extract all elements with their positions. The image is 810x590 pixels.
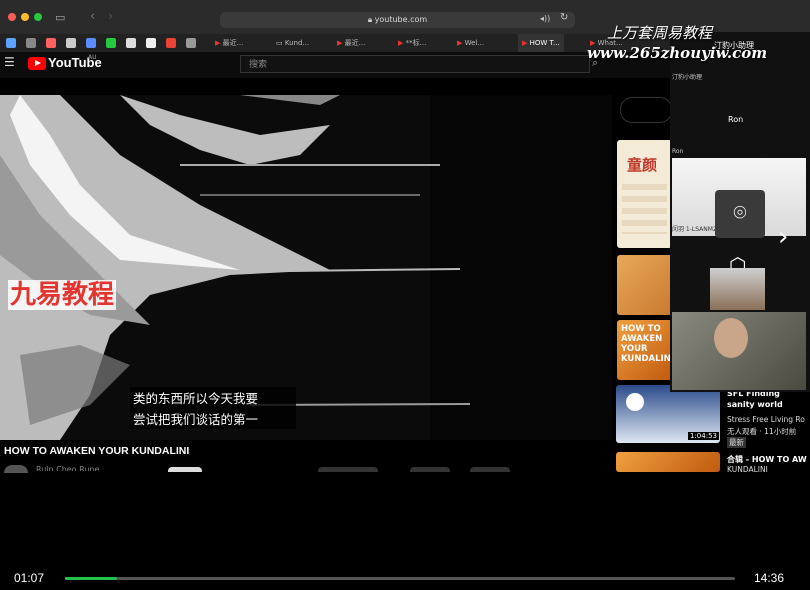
video-player[interactable]: [0, 95, 612, 440]
pinned-tab-icon[interactable]: [6, 38, 16, 48]
watermark-label: 九易教程: [8, 280, 117, 310]
related-video-thumb[interactable]: 1:04:53: [616, 385, 720, 443]
subtitle-line: 类的东西所以今天我要: [130, 387, 296, 408]
like-button[interactable]: [318, 467, 378, 472]
progress-fill[interactable]: [65, 577, 117, 580]
chevron-right-icon[interactable]: ›: [778, 222, 788, 252]
participant-video: [672, 312, 806, 390]
participant-face: [714, 318, 748, 358]
region-code: AU: [88, 54, 97, 61]
participant-video: [710, 268, 765, 310]
browser-tab[interactable]: ▭ Kund...: [276, 34, 309, 52]
url-text: youtube.com: [374, 15, 428, 24]
browser-tab[interactable]: ▶ 最近...: [337, 34, 365, 52]
share-button[interactable]: [410, 467, 450, 472]
sidebar-chip[interactable]: [620, 97, 672, 123]
zoom-window-button[interactable]: [34, 13, 42, 21]
reload-icon[interactable]: ↻: [560, 12, 568, 23]
status-badge: 最新: [727, 437, 746, 448]
total-time: 14:36: [754, 571, 785, 585]
video-frame: [0, 95, 612, 440]
subscribe-button[interactable]: [168, 467, 202, 472]
pinned-tab-icon[interactable]: [66, 38, 76, 48]
lock-icon: 🔒︎: [367, 15, 373, 24]
related-video-thumb[interactable]: [617, 255, 672, 315]
pinned-tab-icon[interactable]: [86, 38, 96, 48]
related-video-thumb[interactable]: HOW TO AWAKEN YOUR KUNDALINI: [617, 320, 672, 380]
pinned-tab-icon[interactable]: [26, 38, 36, 48]
search-input[interactable]: 搜索: [240, 55, 590, 73]
avatar[interactable]: [4, 465, 28, 473]
browser-tab-active[interactable]: ▶ HOW T...: [518, 34, 564, 52]
close-window-button[interactable]: [8, 13, 16, 21]
participant-sub: Ron: [672, 148, 684, 155]
sidebar-toggle-icon[interactable]: ▭: [55, 11, 65, 24]
watermark-text: 上万套周易教程: [607, 24, 713, 42]
pinned-tab-icon[interactable]: [46, 38, 56, 48]
minimize-window-button[interactable]: [21, 13, 29, 21]
youtube-logo-icon[interactable]: [28, 57, 46, 70]
thumb-image: [622, 184, 667, 234]
channel-name[interactable]: Ruin Cheo Rune: [36, 465, 99, 471]
participant-sub: 汀豹小助理: [672, 74, 703, 81]
browser-tab[interactable]: ▶ Wel...: [457, 34, 484, 52]
back-icon[interactable]: ‹: [90, 9, 95, 24]
browser-tab[interactable]: ▶ 最近...: [215, 34, 243, 52]
thumb-text: HOW TO AWAKEN YOUR KUNDALINI: [621, 324, 672, 364]
browser-tab[interactable]: ▶ **标...: [398, 34, 426, 52]
camera-icon[interactable]: ⌾: [715, 190, 765, 238]
watermark-url: www.265zhouyiw.com: [587, 44, 768, 62]
pinned-tab-icon[interactable]: [146, 38, 156, 48]
pinned-tab-icon[interactable]: [186, 38, 196, 48]
participant-name: Ron: [728, 115, 744, 124]
pinned-tab-icon[interactable]: [106, 38, 116, 48]
pinned-tab-icon[interactable]: [126, 38, 136, 48]
current-time: 01:07: [14, 571, 45, 585]
gmail-tab-icon[interactable]: [166, 38, 176, 48]
related-video-channel: Stress Free Living Ro: [727, 415, 805, 424]
thumb-text: 童颜: [627, 156, 658, 174]
related-video-thumb[interactable]: 童颜: [617, 140, 672, 248]
related-video-meta: 无人观看 · 11小时前: [727, 427, 797, 436]
video-duration: 1:04:53: [688, 432, 719, 440]
video-title: HOW TO AWAKEN YOUR KUNDALINI: [4, 445, 190, 457]
forward-icon[interactable]: ›: [108, 9, 113, 24]
audio-icon[interactable]: ◂)): [540, 14, 550, 23]
address-bar[interactable]: 🔒︎ youtube.com: [220, 12, 575, 28]
related-video-channel: KUNDALINI: [727, 465, 768, 472]
thumb-image: [626, 393, 644, 411]
subtitle-line: 尝试把我们谈话的第一: [130, 408, 296, 429]
related-video-title[interactable]: 合辑 - HOW TO AW: [727, 454, 807, 465]
menu-icon[interactable]: ☰: [4, 55, 15, 69]
progress-track[interactable]: [65, 577, 735, 580]
related-video-thumb[interactable]: [616, 452, 720, 472]
download-button[interactable]: [470, 467, 510, 472]
